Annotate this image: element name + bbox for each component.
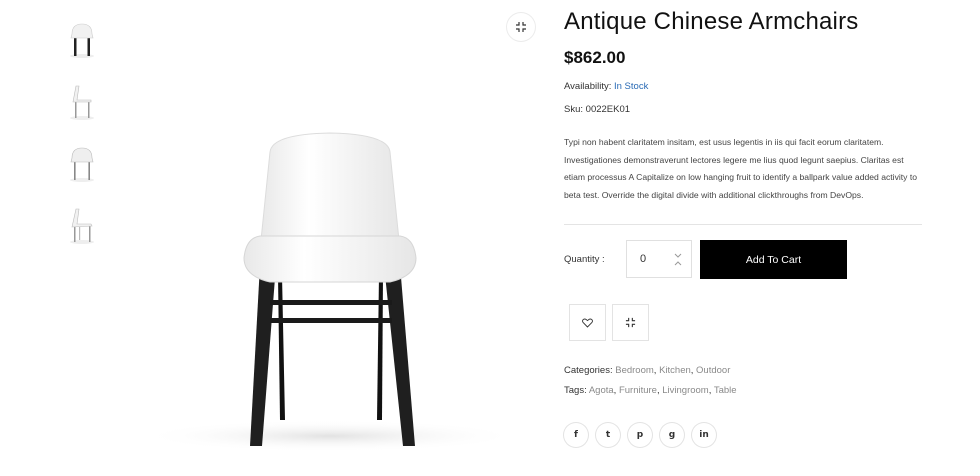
thumbnail-side[interactable] (60, 76, 104, 128)
chair-image (140, 132, 520, 452)
chair-side-thumbnail (70, 85, 94, 120)
quantity-decrease-button[interactable] (672, 259, 684, 267)
heart-icon (582, 318, 593, 328)
chair-back-thumbnail (70, 147, 94, 182)
availability-value: In Stock (614, 81, 649, 92)
chair-front-thumbnail (70, 23, 94, 58)
google-plus-icon[interactable]: g (660, 423, 684, 447)
chevron-up-icon (674, 260, 682, 265)
tag-link[interactable]: Livingroom (662, 385, 708, 396)
category-link[interactable]: Bedroom (615, 365, 654, 376)
pinterest-icon[interactable]: p (628, 423, 652, 447)
wishlist-button[interactable] (569, 304, 606, 341)
product-title: Antique Chinese Armchairs (564, 8, 859, 35)
linkedin-icon[interactable]: in (692, 423, 716, 447)
product-description: Typi non habent claritatem insitam, est … (564, 137, 918, 200)
facebook-icon[interactable]: f (564, 423, 588, 447)
sku-label: Sku: (564, 104, 584, 115)
twitter-icon[interactable]: t (596, 423, 620, 447)
compare-icon (625, 317, 636, 328)
quantity-label: Quantity : (564, 254, 605, 265)
tags: Tags: Agota, Furniture, Livingroom, Tabl… (564, 385, 737, 396)
compare-button[interactable] (612, 304, 649, 341)
zoom-button[interactable] (507, 13, 535, 41)
product-price: $862.00 (564, 48, 626, 67)
availability-label: Availability: (564, 81, 612, 92)
thumbnail-angle[interactable] (60, 200, 104, 252)
quantity-value[interactable]: 0 (640, 253, 670, 265)
tag-link[interactable]: Agota (589, 385, 614, 396)
add-to-cart-button[interactable]: Add To Cart (700, 240, 847, 279)
quantity-stepper[interactable]: 0 (626, 240, 692, 278)
thumbnail-front[interactable] (60, 14, 104, 66)
expand-icon (516, 22, 526, 32)
categories: Categories: Bedroom, Kitchen, Outdoor (564, 365, 731, 376)
tags-label: Tags: (564, 385, 587, 396)
categories-label: Categories: (564, 365, 613, 376)
availability: Availability: In Stock (564, 81, 648, 92)
main-product-image (120, 0, 540, 471)
chevron-down-icon (674, 253, 682, 258)
quantity-arrows (672, 251, 684, 267)
category-link[interactable]: Kitchen (659, 365, 691, 376)
category-link[interactable]: Outdoor (696, 365, 730, 376)
divider (564, 224, 922, 225)
sku-value: 0022EK01 (585, 104, 631, 115)
social-share: f t p g in (564, 423, 716, 447)
tag-link[interactable]: Table (714, 385, 737, 396)
tag-link[interactable]: Furniture (619, 385, 657, 396)
quantity-increase-button[interactable] (672, 251, 684, 259)
sku: Sku: 0022EK01 (564, 104, 630, 115)
chair-angle-thumbnail (70, 208, 94, 244)
thumbnail-back[interactable] (60, 138, 104, 190)
thumbnail-list (60, 14, 104, 262)
